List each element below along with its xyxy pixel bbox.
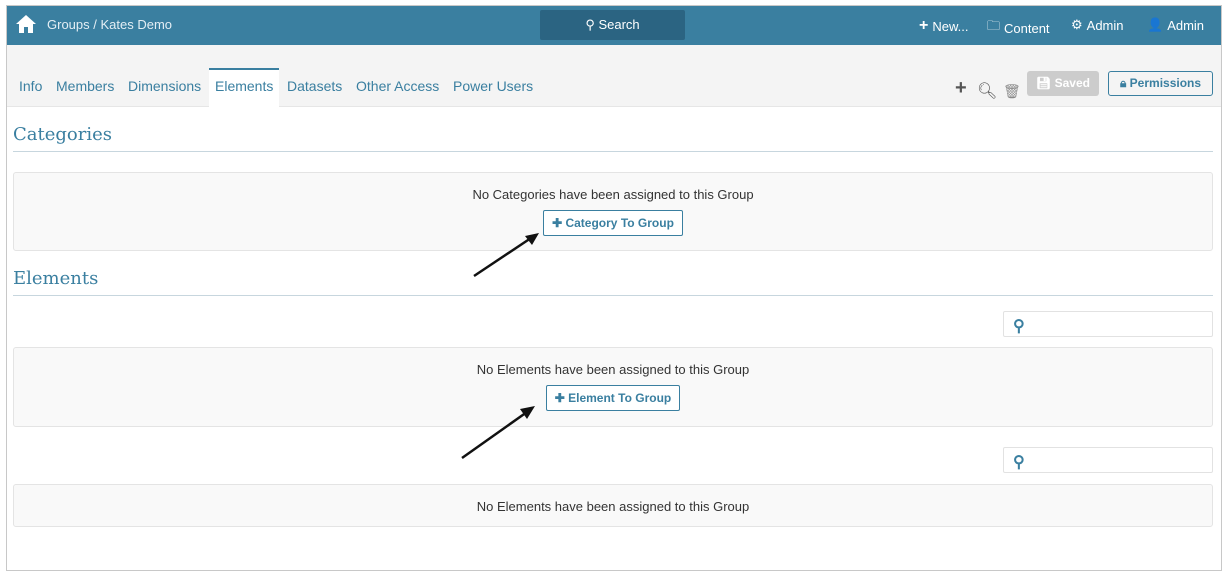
elements-panel-2: No Elements have been assigned to this G… <box>13 484 1213 527</box>
user-icon: 👤 <box>1147 17 1164 32</box>
search-icon: ⚲ <box>1013 454 1025 471</box>
gear-icon: ⚙ <box>1071 17 1083 32</box>
app-window: Groups / Kates Demo ⚲ Search + New... 🗀 Co… <box>6 5 1222 571</box>
new-label: New... <box>932 18 969 34</box>
tab-datasets[interactable]: Datasets <box>287 78 342 94</box>
home-icon[interactable] <box>15 14 37 34</box>
breadcrumb[interactable]: Groups / Kates Demo <box>47 17 172 32</box>
elements-search-input[interactable]: ⚲ <box>1003 311 1213 337</box>
admin-label: Admin <box>1086 17 1124 33</box>
categories-panel: No Categories have been assigned to this… <box>13 172 1213 251</box>
tab-info[interactable]: Info <box>19 78 42 94</box>
elements-panel: No Elements have been assigned to this G… <box>13 347 1213 427</box>
folder-icon: 🗀 <box>987 18 1001 33</box>
trash-icon[interactable]: 🗑 <box>1003 83 1021 100</box>
content-label: Content <box>1004 20 1050 36</box>
tab-other-access[interactable]: Other Access <box>356 78 439 94</box>
plus-icon: + <box>919 17 929 34</box>
add-category-label: Category To Group <box>565 216 674 230</box>
content-button[interactable]: 🗀 Content <box>987 17 1050 39</box>
elements-empty-text: No Elements have been assigned to this G… <box>476 362 750 377</box>
top-bar: Groups / Kates Demo ⚲ Search + New... 🗀 Co… <box>7 6 1221 45</box>
search-icon: ⚲ <box>1013 318 1025 335</box>
tab-elements[interactable]: Elements <box>209 68 280 107</box>
tab-bar: Info Members Dimensions Elements Dataset… <box>7 45 1221 107</box>
categories-heading: Categories <box>13 124 1213 152</box>
tab-members[interactable]: Members <box>56 78 114 94</box>
saved-label: Saved <box>1054 76 1090 90</box>
elements-search-input-2[interactable]: ⚲ <box>1003 447 1213 473</box>
add-icon[interactable]: + <box>955 77 967 100</box>
search-icon[interactable]: 🔍︎ <box>977 81 997 101</box>
search-icon: ⚲ <box>585 17 595 32</box>
elements-empty-text-2: No Elements have been assigned to this G… <box>476 499 750 514</box>
user-menu[interactable]: 👤 Admin <box>1147 17 1204 33</box>
elements-heading: Elements <box>13 268 1213 296</box>
tab-power-users[interactable]: Power Users <box>453 78 533 94</box>
user-label: Admin <box>1167 17 1205 33</box>
categories-empty-text: No Categories have been assigned to this… <box>472 187 754 202</box>
lock-icon: 🔒︎ <box>1119 76 1127 90</box>
admin-button[interactable]: ⚙ Admin <box>1071 17 1124 33</box>
tab-dimensions[interactable]: Dimensions <box>128 78 201 94</box>
saved-button[interactable]: 💾︎ Saved <box>1027 71 1099 96</box>
add-category-button[interactable]: ✚ Category To Group <box>543 210 683 236</box>
new-button[interactable]: + New... <box>919 17 968 35</box>
save-icon: 💾︎ <box>1036 76 1052 90</box>
add-element-label: Element To Group <box>568 391 672 405</box>
add-element-button[interactable]: ✚ Element To Group <box>545 385 681 411</box>
annotation-arrow <box>461 406 535 460</box>
search-label: Search <box>598 17 640 32</box>
search-button[interactable]: ⚲ Search <box>540 10 685 40</box>
permissions-button[interactable]: 🔒︎ Permissions <box>1108 71 1213 96</box>
permissions-label: Permissions <box>1129 76 1202 90</box>
